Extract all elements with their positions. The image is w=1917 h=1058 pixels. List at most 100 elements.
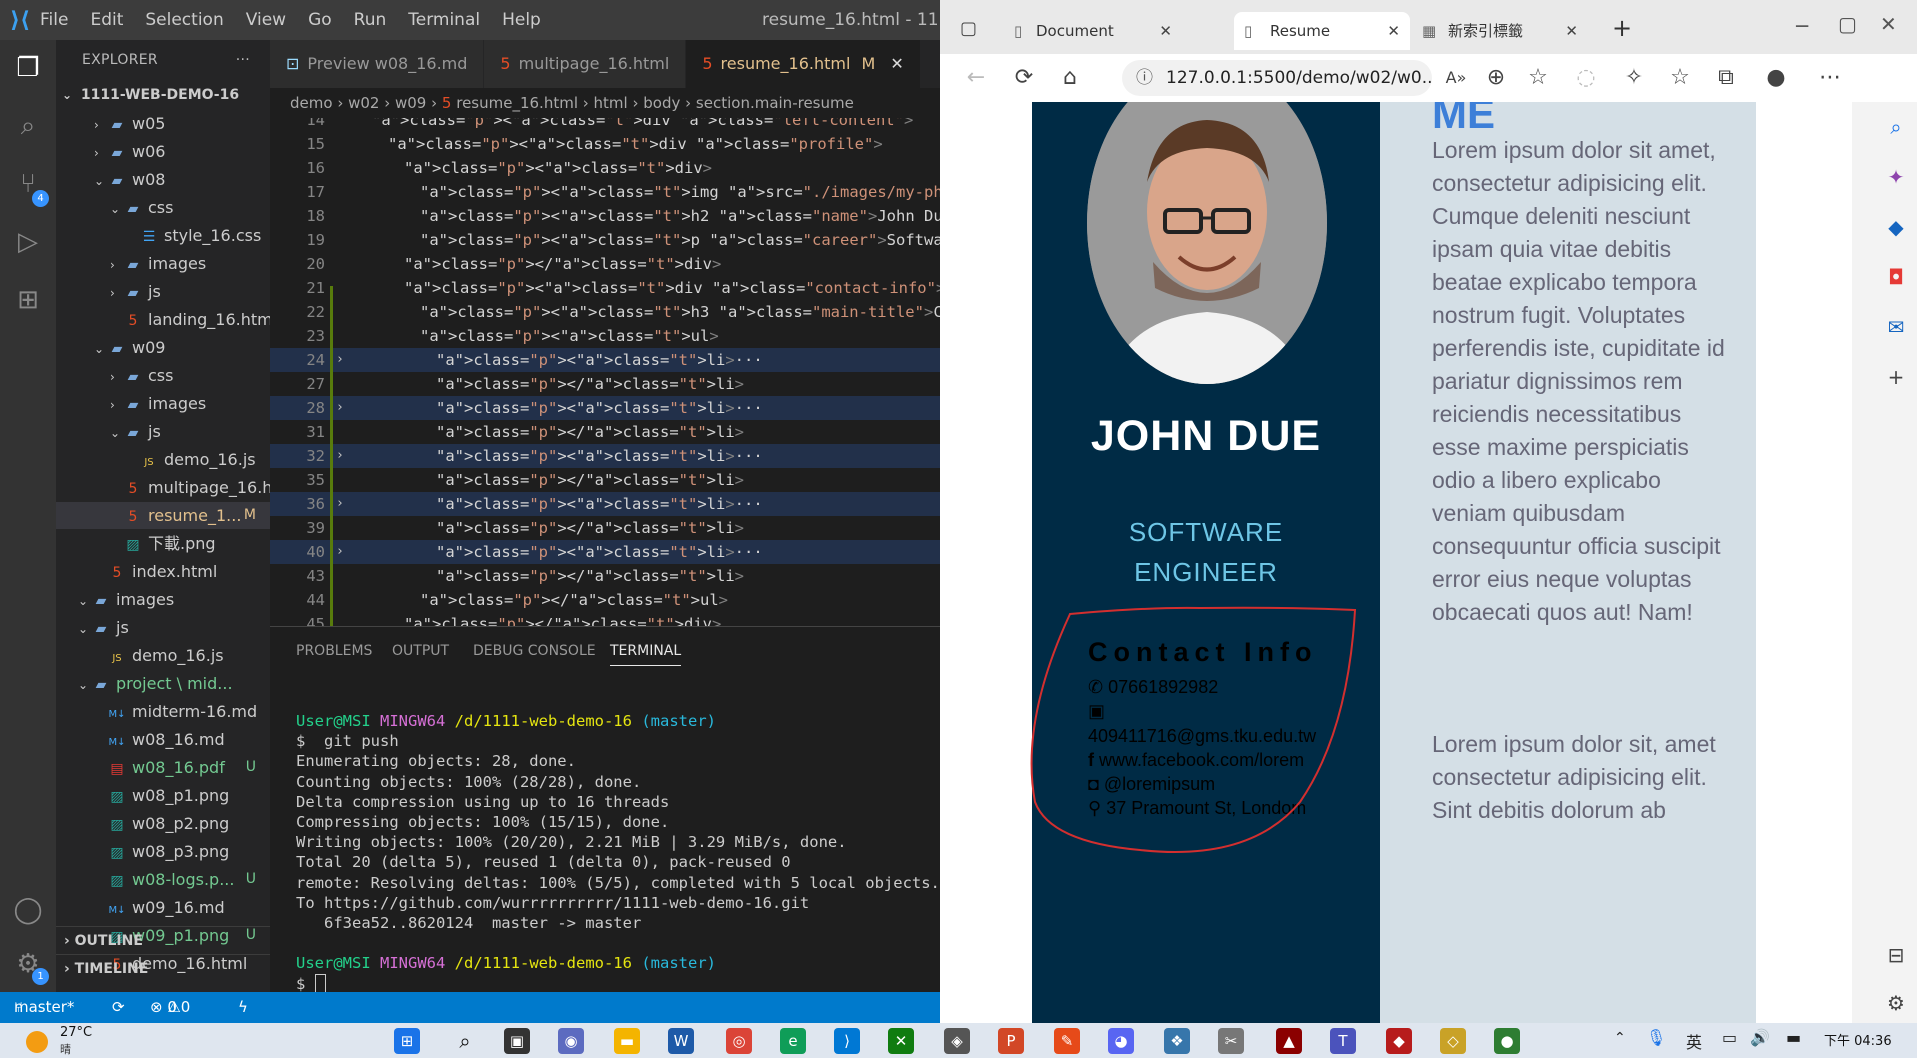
taskbar-search-icon[interactable]: ⌕ (452, 1028, 478, 1054)
explorer-more-button[interactable]: ··· (236, 40, 250, 80)
app-game-icon[interactable]: ◆ (1386, 1028, 1412, 1054)
tray-chevron-up-icon[interactable]: ⌃ (1614, 1030, 1626, 1046)
panel-tab-terminal[interactable]: TERMINAL (610, 643, 682, 666)
file-explorer-icon[interactable]: ▬ (614, 1028, 640, 1054)
tree-item[interactable]: › ▰ w05 (56, 110, 270, 137)
menu-view[interactable]: View (246, 10, 286, 30)
tree-item[interactable]: › ▰ w06 (56, 138, 270, 165)
browser-tab-resume[interactable]: ▯ Resume ✕ (1234, 12, 1410, 50)
breadcrumb-item[interactable]: demo (290, 94, 333, 112)
minimize-button[interactable]: ─ (1796, 14, 1808, 38)
back-arrow-icon[interactable]: ← (960, 62, 992, 94)
edge-icon[interactable]: e (780, 1028, 806, 1054)
code-line[interactable]: 28 › "a">class="p"><"a">class="t">li>··· (270, 396, 940, 420)
code-line[interactable]: 24 › "a">class="p"><"a">class="t">li>··· (270, 348, 940, 372)
close-window-button[interactable]: ✕ (1880, 12, 1897, 36)
volume-icon[interactable]: 🔊 (1750, 1028, 1770, 1047)
tree-item[interactable]: ⌄ ▰ js (56, 418, 270, 445)
profile-avatar[interactable]: ● (1760, 62, 1792, 94)
read-aloud-icon[interactable]: A» (1440, 62, 1472, 94)
menu-go[interactable]: Go (308, 10, 332, 30)
account-icon[interactable]: ◯ (10, 892, 46, 928)
discord-icon[interactable]: ◕ (1108, 1028, 1134, 1054)
maximize-button[interactable]: ▢ (1838, 12, 1857, 36)
tree-item[interactable]: ▤ w08_16.pdf U (56, 754, 270, 781)
code-line[interactable]: 18 "a">class="p"><"a">class="t">h2 "a">cl… (270, 204, 940, 228)
code-line[interactable]: 23 "a">class="p"><"a">class="t">ul> (270, 324, 940, 348)
zoom-icon[interactable]: ⊕ (1480, 62, 1512, 94)
breadcrumb-item[interactable]: body (643, 94, 680, 112)
tree-item[interactable]: 5 resume_1... M (56, 502, 270, 529)
extension-icon[interactable]: ◌ (1570, 62, 1602, 94)
word-icon[interactable]: W (668, 1028, 694, 1054)
chrome-icon[interactable]: ◎ (726, 1028, 752, 1054)
code-line[interactable]: 40 › "a">class="p"><"a">class="t">li>··· (270, 540, 940, 564)
menu-run[interactable]: Run (354, 10, 387, 30)
code-line[interactable]: 43 "a">class="p"></"a">class="t">li> (270, 564, 940, 588)
menu-file[interactable]: File (40, 10, 68, 30)
ime-indicator[interactable]: 英 (1686, 1029, 1702, 1053)
close-icon[interactable]: ✕ (1565, 12, 1578, 50)
code-line[interactable]: 31 "a">class="p"></"a">class="t">li> (270, 420, 940, 444)
tree-item[interactable]: ⌄ ▰ images (56, 586, 270, 613)
tree-item[interactable]: › ▰ css (56, 362, 270, 389)
tab-multipage[interactable]: 5 multipage_16.html (484, 40, 687, 88)
collections-icon[interactable]: ⧉ (1710, 62, 1742, 94)
browser-tab-new[interactable]: ▦ 新索引標籤 ✕ (1412, 12, 1588, 50)
breadcrumb-item[interactable]: resume_16.html (456, 94, 578, 112)
tree-item[interactable]: › ▰ images (56, 390, 270, 417)
fold-chevron-icon[interactable]: › (336, 540, 344, 564)
tree-item[interactable]: ⌄ ▰ css (56, 194, 270, 221)
database-icon[interactable]: ◈ (944, 1028, 970, 1054)
add-sidebar-icon[interactable]: + (1883, 364, 1909, 390)
copilot-icon[interactable]: ✦ (1883, 164, 1909, 190)
code-line[interactable]: 19 "a">class="p"><"a">class="t">p "a">cla… (270, 228, 940, 252)
more-menu-icon[interactable]: ⋯ (1814, 62, 1846, 94)
league-icon[interactable]: ◇ (1440, 1028, 1466, 1054)
sidebar-toggle-icon[interactable]: ⊟ (1883, 942, 1909, 968)
explorer-root[interactable]: ⌄ 1111-WEB-DEMO-16 (56, 82, 270, 109)
breadcrumb-item[interactable]: w09 (395, 94, 426, 112)
app-green-icon[interactable]: ● (1494, 1028, 1520, 1054)
problems-status[interactable]: ⊗ 0 ⚠ 0 (150, 992, 190, 1023)
app-icon[interactable]: ✎ (1054, 1028, 1080, 1054)
menu-edit[interactable]: Edit (90, 10, 123, 30)
code-line[interactable]: 15 "a">class="p"><"a">class="t">div "a">c… (270, 132, 940, 156)
close-icon[interactable]: ✕ (890, 54, 903, 73)
outlook-icon[interactable]: ✉ (1883, 314, 1909, 340)
code-line[interactable]: 20 "a">class="p"></"a">class="t">div> (270, 252, 940, 276)
code-line[interactable]: 35 "a">class="p"></"a">class="t">li> (270, 468, 940, 492)
code-line[interactable]: 17 "a">class="p"><"a">class="t">img "a">s… (270, 180, 940, 204)
code-line[interactable]: 27 "a">class="p"></"a">class="t">li> (270, 372, 940, 396)
code-line[interactable]: 45 "a">class="p"></"a">class="t">div> (270, 612, 940, 626)
timeline-section[interactable]: › TIMELINE (56, 954, 270, 982)
mic-icon[interactable]: 🎙 (1646, 1028, 1666, 1047)
fold-chevron-icon[interactable]: › (336, 444, 344, 468)
code-editor[interactable]: 14 "a">class="p"><"a">class="t">div "a">c… (270, 118, 940, 626)
panel-tab-output[interactable]: OUTPUT (392, 643, 449, 659)
weather-temp[interactable]: 27°C (60, 1025, 92, 1040)
browser-tab-document[interactable]: ▯ Document ✕ (1006, 12, 1182, 50)
sync-icon[interactable]: ⟳ (112, 992, 125, 1023)
address-bar[interactable]: ⓘ 127.0.0.1:5500/demo/w02/w0... (1122, 60, 1432, 96)
tree-item[interactable]: JS demo_16.js (56, 642, 270, 669)
xbox-icon[interactable]: ✕ (888, 1028, 914, 1054)
code-line[interactable]: 21 "a">class="p"><"a">class="t">div "a">c… (270, 276, 940, 300)
code-line[interactable]: 22 "a">class="p"><"a">class="t">h3 "a">cl… (270, 300, 940, 324)
tree-item[interactable]: › ▰ images (56, 250, 270, 277)
app-red-icon[interactable]: ▲ (1276, 1028, 1302, 1054)
run-debug-icon[interactable]: ▷ (10, 224, 46, 260)
tree-item[interactable]: M↓ w09_16.md (56, 894, 270, 921)
tree-item[interactable]: 5 multipage_16.h... (56, 474, 270, 501)
search-icon[interactable]: ⌕ (10, 108, 46, 144)
extensions-puzzle-icon[interactable]: ✧ (1618, 62, 1650, 94)
panel-tab-problems[interactable]: PROBLEMS (296, 643, 372, 659)
tree-item[interactable]: M↓ midterm-16.md (56, 698, 270, 725)
search-icon[interactable]: ⌕ (1883, 114, 1909, 140)
fold-chevron-icon[interactable]: › (336, 396, 344, 420)
favorite-add-icon[interactable]: ☆ (1522, 62, 1554, 94)
tree-item[interactable]: ⌄ ▰ w08 (56, 166, 270, 193)
windows-start-icon[interactable]: ⊞ (394, 1028, 420, 1054)
python-icon[interactable]: ❖ (1164, 1028, 1190, 1054)
explorer-icon[interactable]: ❐ (10, 50, 46, 86)
